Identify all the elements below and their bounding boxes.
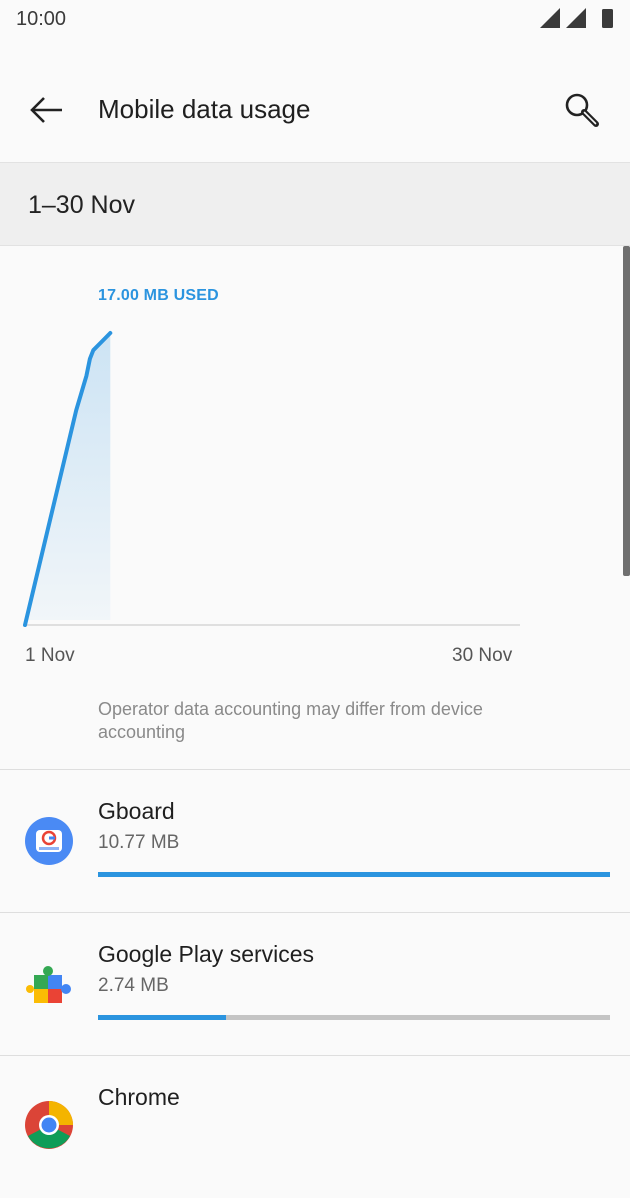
signal-icon [566,8,586,28]
app-name: Chrome [98,1084,180,1110]
chart-area [25,333,111,625]
app-name: Google Play services [98,941,315,967]
app-usage: 10.77 MB [98,832,180,853]
usage-bar [98,1015,610,1020]
battery-icon [602,9,613,28]
back-arrow-icon [30,97,62,123]
app-bar: Mobile data usage [0,60,630,160]
search-icon [565,93,599,127]
chrome-icon [25,1101,73,1149]
usage-bar-fill [98,872,610,877]
x-axis-end-label: 30 Nov [452,645,513,666]
usage-chart [23,331,520,627]
page-title: Mobile data usage [98,94,311,124]
app-usage: 2.74 MB [98,975,169,996]
app-row-gboard[interactable]: Gboard 10.77 MB [0,770,630,912]
period-label: 1–30 Nov [28,191,136,219]
app-row-chrome[interactable]: Chrome [0,1056,630,1198]
signal-icon [540,8,560,28]
disclaimer-text: Operator data accounting may differ from… [98,699,483,742]
status-bar: 10:00 [0,0,630,40]
period-selector[interactable]: 1–30 Nov [0,162,630,246]
x-axis-start-label: 1 Nov [25,645,75,666]
play-services-icon [26,966,71,1003]
search-button[interactable] [558,86,608,136]
usage-bar [98,872,610,877]
back-button[interactable] [24,88,68,132]
status-time: 10:00 [16,8,67,30]
gboard-icon [25,817,73,865]
status-icons [540,8,613,28]
app-row-play-services[interactable]: Google Play services 2.74 MB [0,913,630,1055]
usage-bar-fill [98,1015,226,1020]
app-name: Gboard [98,798,175,824]
